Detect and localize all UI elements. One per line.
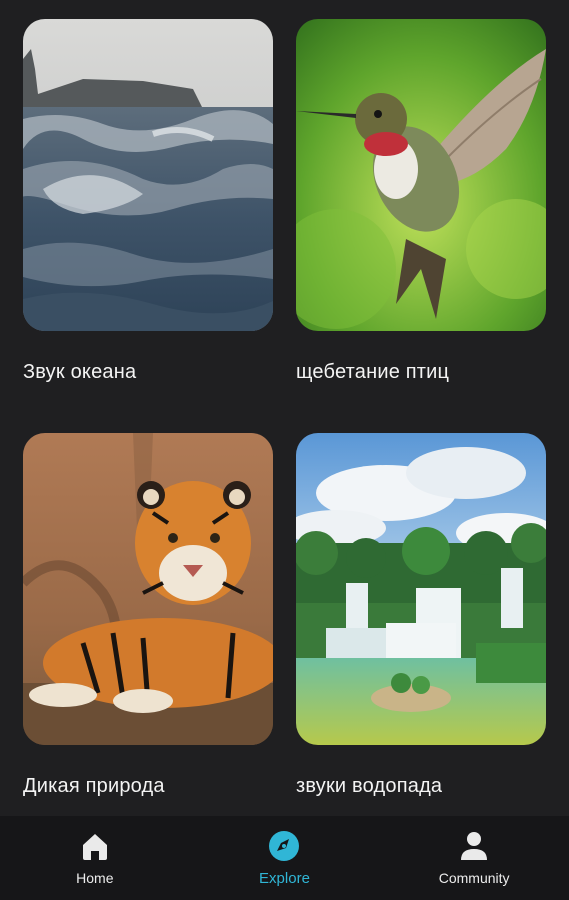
card-title: звуки водопада	[296, 775, 443, 797]
nav-home[interactable]: Home	[25, 816, 165, 900]
sound-card-ocean[interactable]: Звук океана	[23, 19, 273, 383]
sound-card-birds[interactable]: щебетание птиц	[296, 19, 546, 383]
nav-home-label: Home	[76, 870, 114, 886]
nav-explore-label: Explore	[259, 869, 310, 887]
tiger-image[interactable]	[23, 433, 273, 745]
home-icon	[79, 830, 111, 862]
hummingbird-image[interactable]	[296, 19, 546, 331]
explore-screen: Звук океана щебетание птиц Дикая природа…	[0, 0, 569, 900]
person-icon	[458, 830, 490, 862]
nav-community[interactable]: Community	[404, 816, 544, 900]
compass-icon	[268, 830, 300, 862]
nav-explore[interactable]: Explore	[214, 816, 354, 900]
bottom-navigation: Home Explore Community	[0, 816, 569, 900]
sound-card-wildlife[interactable]: Дикая природа	[23, 433, 273, 797]
card-title: щебетание птиц	[296, 361, 450, 383]
ocean-waves-image[interactable]	[23, 19, 273, 331]
sound-card-waterfall[interactable]: звуки водопада	[296, 433, 546, 797]
card-title: Звук океана	[23, 361, 137, 383]
card-title: Дикая природа	[23, 775, 165, 797]
nav-community-label: Community	[438, 870, 510, 886]
waterfall-image[interactable]	[296, 433, 546, 745]
